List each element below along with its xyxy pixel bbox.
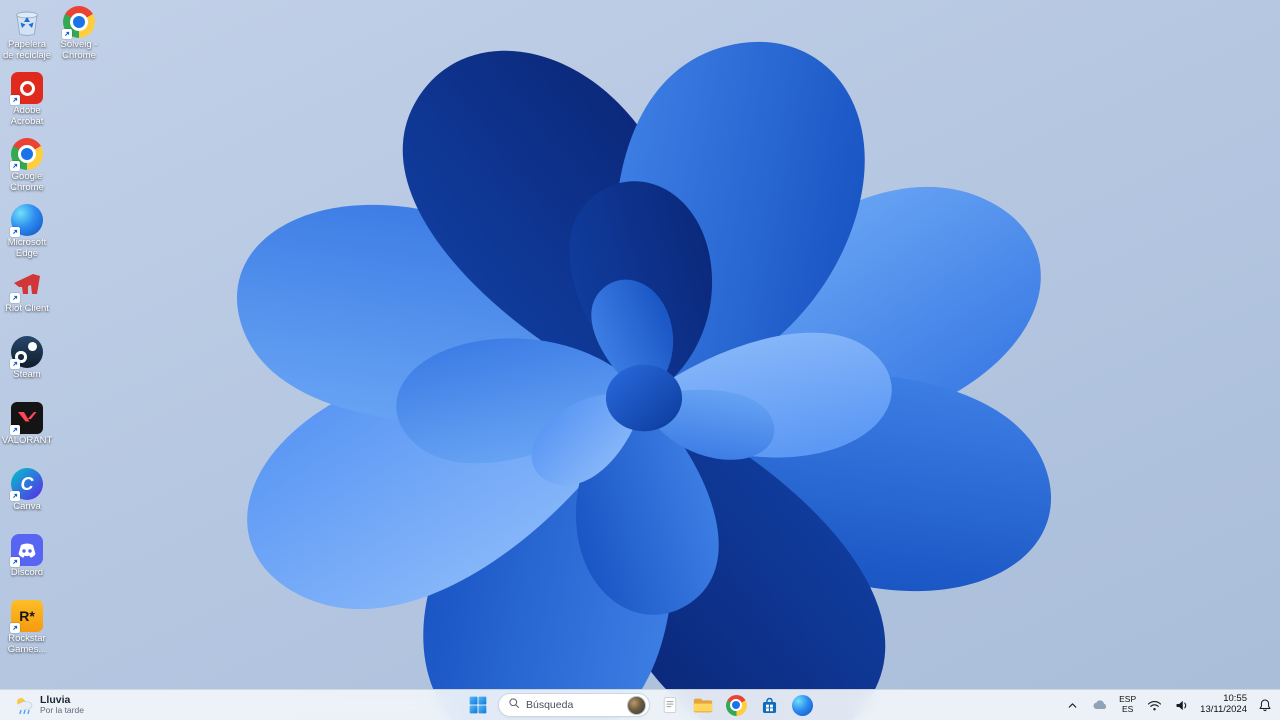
desktop-icon-label: Microsoft Edge	[7, 237, 47, 259]
keyboard-layout: ES	[1121, 704, 1134, 714]
desktop-icon-label: Canva	[13, 501, 41, 512]
system-tray: ESP ES 10:55 13/11/2024	[1064, 690, 1274, 720]
language-indicator[interactable]: ESP ES	[1119, 695, 1136, 714]
desktop-icon-valorant[interactable]: VALORANT	[2, 402, 52, 463]
search-placeholder: Búsqueda	[526, 699, 574, 711]
desktop-icon-label: Steam	[13, 369, 41, 380]
desktop-icon-label: Papelera de reciclaje	[2, 39, 52, 61]
weather-widget[interactable]: Lluvia Por la tarde	[6, 690, 92, 720]
shortcut-arrow-icon	[10, 95, 20, 105]
steam-icon	[10, 336, 43, 369]
shortcut-arrow-icon	[10, 161, 20, 171]
desktop-icon-label: Discord	[10, 567, 44, 578]
desktop-icon-label: Rockstar Games...	[7, 633, 47, 655]
desktop-icon-discord[interactable]: Discord	[2, 534, 52, 595]
desktop-icon-label: VALORANT	[1, 435, 53, 446]
google-chrome-icon	[10, 138, 43, 171]
clock[interactable]: 10:55 13/11/2024	[1200, 693, 1247, 716]
shortcut-arrow-icon	[62, 29, 72, 39]
weather-icon	[14, 695, 34, 715]
speaker-icon	[1176, 700, 1187, 710]
shortcut-arrow-icon	[10, 491, 20, 501]
canva-icon: C	[10, 468, 43, 501]
shortcut-arrow-icon	[10, 557, 20, 567]
taskbar-app-document[interactable]	[657, 692, 683, 718]
desktop-icon-label: Riot Client	[5, 303, 49, 314]
desktop-icon-google-chrome[interactable]: Google Chrome	[2, 138, 52, 199]
volume-button[interactable]	[1173, 697, 1191, 714]
desktop-icon-riot-client[interactable]: Riot Client	[2, 270, 52, 331]
desktop-icon-label: Solveig - Chrome	[60, 39, 98, 61]
desktop-icon-solveig-chrome[interactable]: Solveig - Chrome	[54, 6, 104, 67]
rockstar-games-icon: R*	[10, 600, 43, 633]
google-chrome-icon	[62, 6, 95, 39]
chevron-up-icon	[1068, 702, 1077, 708]
discord-icon	[10, 534, 43, 567]
desktop-icon-canva[interactable]: C Canva	[2, 468, 52, 529]
wifi-icon	[1148, 700, 1162, 710]
bell-icon	[1259, 699, 1271, 712]
search-daily-image[interactable]	[627, 695, 646, 715]
weather-detail: Por la tarde	[40, 705, 84, 716]
microsoft-edge-icon	[791, 694, 813, 716]
microsoft-store-icon	[758, 694, 780, 716]
recycle-bin-icon	[11, 6, 43, 38]
network-button[interactable]	[1145, 697, 1164, 714]
taskbar-app-edge[interactable]	[789, 692, 815, 718]
desktop-icon-adobe-acrobat[interactable]: Adobe Acrobat	[2, 72, 52, 133]
shortcut-arrow-icon	[10, 227, 20, 237]
desktop-icon-recycle-bin[interactable]: Papelera de reciclaje	[2, 6, 52, 67]
desktop-icon-microsoft-edge[interactable]: Microsoft Edge	[2, 204, 52, 265]
adobe-acrobat-icon	[10, 72, 43, 105]
riot-client-icon	[10, 270, 43, 303]
desktop-icon-rockstar-games[interactable]: R* Rockstar Games...	[2, 600, 52, 661]
windows-bloom-wallpaper	[192, 3, 1096, 720]
taskbar-app-microsoft-store[interactable]	[756, 692, 782, 718]
microsoft-edge-icon	[10, 204, 43, 237]
shortcut-arrow-icon	[10, 293, 20, 303]
desktop-icon-grid: Papelera de reciclaje Adobe Acrobat Goog…	[2, 6, 52, 661]
notifications-button[interactable]	[1256, 696, 1274, 714]
onedrive-cloud-icon	[1093, 700, 1107, 709]
taskbar-search[interactable]: Búsqueda	[498, 693, 650, 717]
taskbar-app-file-explorer[interactable]	[690, 692, 716, 718]
shortcut-arrow-icon	[10, 425, 20, 435]
tray-chevron-up-button[interactable]	[1064, 697, 1081, 714]
start-button[interactable]	[465, 692, 491, 718]
desktop-icon-label: Adobe Acrobat	[10, 105, 44, 127]
shortcut-arrow-icon	[10, 359, 20, 369]
desktop-icon-label: Google Chrome	[10, 171, 44, 193]
file-explorer-icon	[692, 694, 714, 716]
taskbar: Lluvia Por la tarde Búsqueda ESP ES 10:5…	[0, 689, 1280, 720]
taskbar-center: Búsqueda	[465, 690, 815, 720]
tray-onedrive-button[interactable]	[1090, 697, 1110, 713]
desktop-icon-steam[interactable]: Steam	[2, 336, 52, 397]
document-app-icon	[659, 694, 681, 716]
taskbar-app-chrome[interactable]	[723, 692, 749, 718]
date-text: 13/11/2024	[1200, 704, 1247, 715]
shortcut-arrow-icon	[10, 623, 20, 633]
google-chrome-icon	[725, 694, 747, 716]
desktop-wallpaper: Papelera de reciclaje Adobe Acrobat Goog…	[0, 0, 1280, 720]
desktop-icon-grid-col2: Solveig - Chrome	[54, 6, 104, 67]
search-icon	[508, 696, 520, 714]
valorant-icon	[10, 402, 43, 435]
windows-logo-icon	[467, 694, 489, 716]
